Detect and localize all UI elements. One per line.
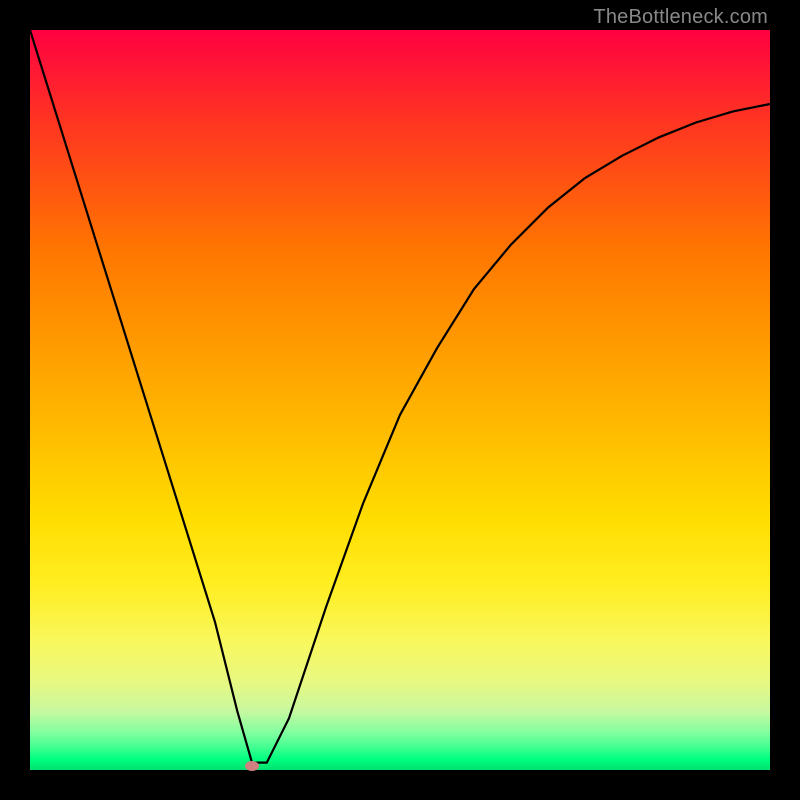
optimal-point-marker [245,761,259,771]
chart-container: TheBottleneck.com [0,0,800,800]
plot-area [30,30,770,770]
bottleneck-curve [30,30,770,770]
watermark-text: TheBottleneck.com [593,6,768,29]
